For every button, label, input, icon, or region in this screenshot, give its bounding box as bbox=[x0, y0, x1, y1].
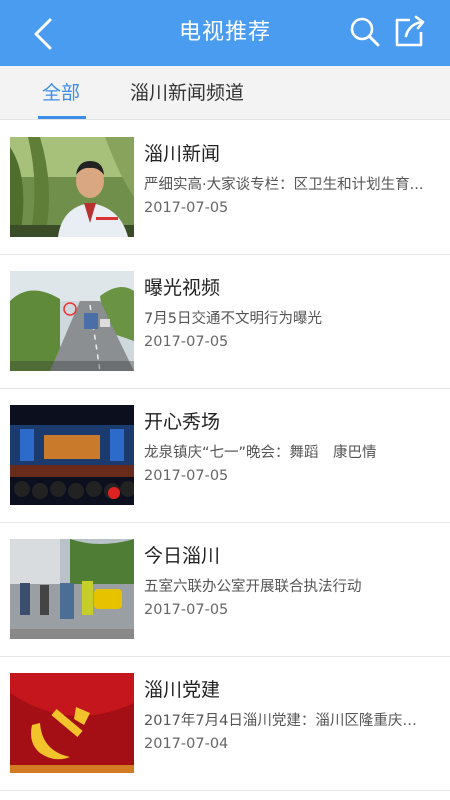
list-item[interactable]: 曝光视频 7月5日交通不文明行为曝光 2017-07-05 bbox=[0, 255, 450, 389]
search-icon[interactable] bbox=[348, 15, 382, 49]
item-title: 曝光视频 bbox=[144, 277, 221, 299]
street-enforcement-thumbnail bbox=[10, 539, 134, 639]
item-date: 2017-07-05 bbox=[144, 468, 229, 484]
tab-zichuan-news-channel[interactable]: 淄川新闻频道 bbox=[130, 66, 244, 120]
item-title: 今日淄川 bbox=[144, 545, 221, 567]
list-item[interactable]: 开心秀场 龙泉镇庆“七一”晚会：舞蹈 康巴情 2017-07-05 bbox=[0, 389, 450, 523]
traffic-camera-thumbnail bbox=[10, 271, 134, 371]
list-item[interactable]: 淄川党建 2017年7月4日淄川党建：淄川区隆重庆祝... 2017-07-04 bbox=[0, 657, 450, 791]
page-title: 电视推荐 bbox=[178, 20, 271, 45]
item-date: 2017-07-05 bbox=[144, 200, 229, 216]
news-anchor-thumbnail bbox=[10, 137, 134, 237]
tab-bar: 全部 淄川新闻频道 bbox=[0, 66, 450, 120]
item-date: 2017-07-05 bbox=[144, 334, 229, 350]
item-description: 7月5日交通不文明行为曝光 bbox=[144, 311, 322, 327]
active-tab-indicator bbox=[38, 116, 86, 119]
item-date: 2017-07-05 bbox=[144, 602, 229, 618]
item-title: 淄川新闻 bbox=[144, 143, 221, 165]
app-header: 电视推荐 bbox=[0, 0, 450, 66]
item-title: 开心秀场 bbox=[144, 411, 221, 433]
party-emblem-thumbnail bbox=[10, 673, 134, 773]
item-title: 淄川党建 bbox=[144, 679, 221, 701]
stage-performance-thumbnail bbox=[10, 405, 134, 505]
list-item[interactable]: 今日淄川 五室六联办公室开展联合执法行动 2017-07-05 bbox=[0, 523, 450, 657]
video-list: 淄川新闻 严细实高·大家谈专栏：区卫生和计划生育... 2017-07-05 曝… bbox=[0, 121, 450, 791]
list-item[interactable]: 淄川新闻 严细实高·大家谈专栏：区卫生和计划生育... 2017-07-05 bbox=[0, 121, 450, 255]
item-description: 严细实高·大家谈专栏：区卫生和计划生育... bbox=[144, 177, 424, 193]
tab-all[interactable]: 全部 bbox=[42, 66, 80, 120]
item-date: 2017-07-04 bbox=[144, 736, 229, 752]
item-description: 2017年7月4日淄川党建：淄川区隆重庆祝... bbox=[144, 713, 430, 729]
item-description: 五室六联办公室开展联合执法行动 bbox=[144, 579, 362, 595]
item-description: 龙泉镇庆“七一”晚会：舞蹈 康巴情 bbox=[144, 445, 377, 461]
share-icon[interactable] bbox=[392, 14, 426, 50]
